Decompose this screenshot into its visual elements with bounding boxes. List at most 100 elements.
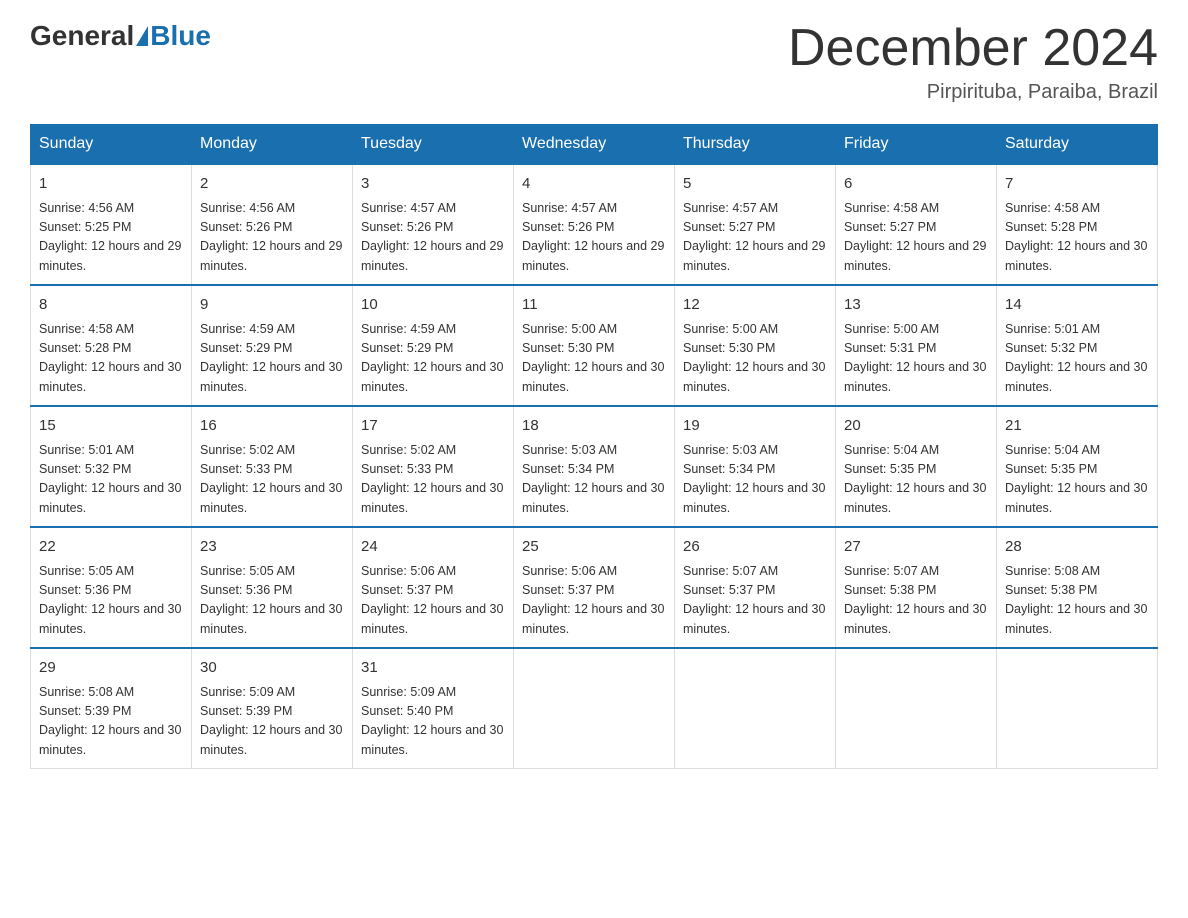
calendar-table: SundayMondayTuesdayWednesdayThursdayFrid… xyxy=(30,124,1158,769)
day-number: 15 xyxy=(39,415,183,438)
calendar-week-1: 1 Sunrise: 4:56 AMSunset: 5:25 PMDayligh… xyxy=(31,164,1158,285)
calendar-cell: 21 Sunrise: 5:04 AMSunset: 5:35 PMDaylig… xyxy=(997,406,1158,527)
calendar-cell: 24 Sunrise: 5:06 AMSunset: 5:37 PMDaylig… xyxy=(353,527,514,648)
calendar-cell: 18 Sunrise: 5:03 AMSunset: 5:34 PMDaylig… xyxy=(514,406,675,527)
day-info: Sunrise: 5:06 AMSunset: 5:37 PMDaylight:… xyxy=(522,562,666,640)
day-info: Sunrise: 5:04 AMSunset: 5:35 PMDaylight:… xyxy=(844,441,988,519)
day-info: Sunrise: 5:04 AMSunset: 5:35 PMDaylight:… xyxy=(1005,441,1149,519)
weekday-header-friday: Friday xyxy=(836,125,997,165)
day-info: Sunrise: 5:07 AMSunset: 5:38 PMDaylight:… xyxy=(844,562,988,640)
calendar-cell: 3 Sunrise: 4:57 AMSunset: 5:26 PMDayligh… xyxy=(353,164,514,285)
calendar-cell: 10 Sunrise: 4:59 AMSunset: 5:29 PMDaylig… xyxy=(353,285,514,406)
day-number: 25 xyxy=(522,536,666,559)
day-info: Sunrise: 5:00 AMSunset: 5:31 PMDaylight:… xyxy=(844,320,988,398)
calendar-cell: 5 Sunrise: 4:57 AMSunset: 5:27 PMDayligh… xyxy=(675,164,836,285)
day-number: 26 xyxy=(683,536,827,559)
calendar-cell: 6 Sunrise: 4:58 AMSunset: 5:27 PMDayligh… xyxy=(836,164,997,285)
day-number: 7 xyxy=(1005,173,1149,196)
logo-general-text: General xyxy=(30,20,134,52)
day-number: 12 xyxy=(683,294,827,317)
weekday-header-tuesday: Tuesday xyxy=(353,125,514,165)
calendar-cell: 25 Sunrise: 5:06 AMSunset: 5:37 PMDaylig… xyxy=(514,527,675,648)
day-info: Sunrise: 5:09 AMSunset: 5:39 PMDaylight:… xyxy=(200,683,344,761)
calendar-cell: 31 Sunrise: 5:09 AMSunset: 5:40 PMDaylig… xyxy=(353,648,514,769)
day-info: Sunrise: 4:57 AMSunset: 5:26 PMDaylight:… xyxy=(522,199,666,277)
day-info: Sunrise: 4:56 AMSunset: 5:25 PMDaylight:… xyxy=(39,199,183,277)
day-info: Sunrise: 4:58 AMSunset: 5:27 PMDaylight:… xyxy=(844,199,988,277)
day-info: Sunrise: 5:07 AMSunset: 5:37 PMDaylight:… xyxy=(683,562,827,640)
calendar-cell: 22 Sunrise: 5:05 AMSunset: 5:36 PMDaylig… xyxy=(31,527,192,648)
calendar-cell: 13 Sunrise: 5:00 AMSunset: 5:31 PMDaylig… xyxy=(836,285,997,406)
day-number: 6 xyxy=(844,173,988,196)
page-header: General Blue December 2024 Pirpirituba, … xyxy=(30,20,1158,104)
calendar-week-5: 29 Sunrise: 5:08 AMSunset: 5:39 PMDaylig… xyxy=(31,648,1158,769)
day-info: Sunrise: 4:58 AMSunset: 5:28 PMDaylight:… xyxy=(39,320,183,398)
calendar-cell: 7 Sunrise: 4:58 AMSunset: 5:28 PMDayligh… xyxy=(997,164,1158,285)
day-info: Sunrise: 5:05 AMSunset: 5:36 PMDaylight:… xyxy=(39,562,183,640)
calendar-cell: 11 Sunrise: 5:00 AMSunset: 5:30 PMDaylig… xyxy=(514,285,675,406)
day-number: 29 xyxy=(39,657,183,680)
calendar-cell: 12 Sunrise: 5:00 AMSunset: 5:30 PMDaylig… xyxy=(675,285,836,406)
day-number: 24 xyxy=(361,536,505,559)
day-info: Sunrise: 4:56 AMSunset: 5:26 PMDaylight:… xyxy=(200,199,344,277)
weekday-header-row: SundayMondayTuesdayWednesdayThursdayFrid… xyxy=(31,125,1158,165)
calendar-cell: 30 Sunrise: 5:09 AMSunset: 5:39 PMDaylig… xyxy=(192,648,353,769)
day-info: Sunrise: 5:03 AMSunset: 5:34 PMDaylight:… xyxy=(683,441,827,519)
day-info: Sunrise: 4:57 AMSunset: 5:27 PMDaylight:… xyxy=(683,199,827,277)
day-number: 14 xyxy=(1005,294,1149,317)
calendar-cell: 14 Sunrise: 5:01 AMSunset: 5:32 PMDaylig… xyxy=(997,285,1158,406)
weekday-header-thursday: Thursday xyxy=(675,125,836,165)
calendar-cell xyxy=(997,648,1158,769)
day-number: 19 xyxy=(683,415,827,438)
calendar-cell: 1 Sunrise: 4:56 AMSunset: 5:25 PMDayligh… xyxy=(31,164,192,285)
day-number: 22 xyxy=(39,536,183,559)
day-number: 28 xyxy=(1005,536,1149,559)
logo-blue-text: Blue xyxy=(150,20,211,52)
weekday-header-sunday: Sunday xyxy=(31,125,192,165)
day-info: Sunrise: 5:03 AMSunset: 5:34 PMDaylight:… xyxy=(522,441,666,519)
day-number: 13 xyxy=(844,294,988,317)
day-info: Sunrise: 5:05 AMSunset: 5:36 PMDaylight:… xyxy=(200,562,344,640)
calendar-cell: 15 Sunrise: 5:01 AMSunset: 5:32 PMDaylig… xyxy=(31,406,192,527)
day-number: 16 xyxy=(200,415,344,438)
calendar-week-3: 15 Sunrise: 5:01 AMSunset: 5:32 PMDaylig… xyxy=(31,406,1158,527)
calendar-cell xyxy=(514,648,675,769)
day-info: Sunrise: 5:01 AMSunset: 5:32 PMDaylight:… xyxy=(39,441,183,519)
day-number: 11 xyxy=(522,294,666,317)
calendar-cell: 17 Sunrise: 5:02 AMSunset: 5:33 PMDaylig… xyxy=(353,406,514,527)
day-info: Sunrise: 5:00 AMSunset: 5:30 PMDaylight:… xyxy=(683,320,827,398)
weekday-header-monday: Monday xyxy=(192,125,353,165)
month-year-title: December 2024 xyxy=(788,20,1158,77)
logo-triangle-icon xyxy=(136,26,148,46)
day-number: 9 xyxy=(200,294,344,317)
calendar-cell: 23 Sunrise: 5:05 AMSunset: 5:36 PMDaylig… xyxy=(192,527,353,648)
day-number: 17 xyxy=(361,415,505,438)
day-number: 31 xyxy=(361,657,505,680)
calendar-cell: 28 Sunrise: 5:08 AMSunset: 5:38 PMDaylig… xyxy=(997,527,1158,648)
title-section: December 2024 Pirpirituba, Paraiba, Braz… xyxy=(788,20,1158,104)
day-info: Sunrise: 5:00 AMSunset: 5:30 PMDaylight:… xyxy=(522,320,666,398)
calendar-cell xyxy=(675,648,836,769)
day-number: 5 xyxy=(683,173,827,196)
day-info: Sunrise: 4:58 AMSunset: 5:28 PMDaylight:… xyxy=(1005,199,1149,277)
day-number: 23 xyxy=(200,536,344,559)
day-info: Sunrise: 5:06 AMSunset: 5:37 PMDaylight:… xyxy=(361,562,505,640)
day-number: 20 xyxy=(844,415,988,438)
day-number: 27 xyxy=(844,536,988,559)
day-info: Sunrise: 5:08 AMSunset: 5:39 PMDaylight:… xyxy=(39,683,183,761)
calendar-week-4: 22 Sunrise: 5:05 AMSunset: 5:36 PMDaylig… xyxy=(31,527,1158,648)
calendar-week-2: 8 Sunrise: 4:58 AMSunset: 5:28 PMDayligh… xyxy=(31,285,1158,406)
day-number: 3 xyxy=(361,173,505,196)
calendar-cell: 26 Sunrise: 5:07 AMSunset: 5:37 PMDaylig… xyxy=(675,527,836,648)
calendar-cell xyxy=(836,648,997,769)
day-info: Sunrise: 5:01 AMSunset: 5:32 PMDaylight:… xyxy=(1005,320,1149,398)
weekday-header-saturday: Saturday xyxy=(997,125,1158,165)
day-number: 2 xyxy=(200,173,344,196)
day-info: Sunrise: 5:02 AMSunset: 5:33 PMDaylight:… xyxy=(361,441,505,519)
day-number: 4 xyxy=(522,173,666,196)
weekday-header-wednesday: Wednesday xyxy=(514,125,675,165)
logo: General Blue xyxy=(30,20,211,52)
calendar-cell: 16 Sunrise: 5:02 AMSunset: 5:33 PMDaylig… xyxy=(192,406,353,527)
day-info: Sunrise: 5:02 AMSunset: 5:33 PMDaylight:… xyxy=(200,441,344,519)
day-info: Sunrise: 4:59 AMSunset: 5:29 PMDaylight:… xyxy=(200,320,344,398)
